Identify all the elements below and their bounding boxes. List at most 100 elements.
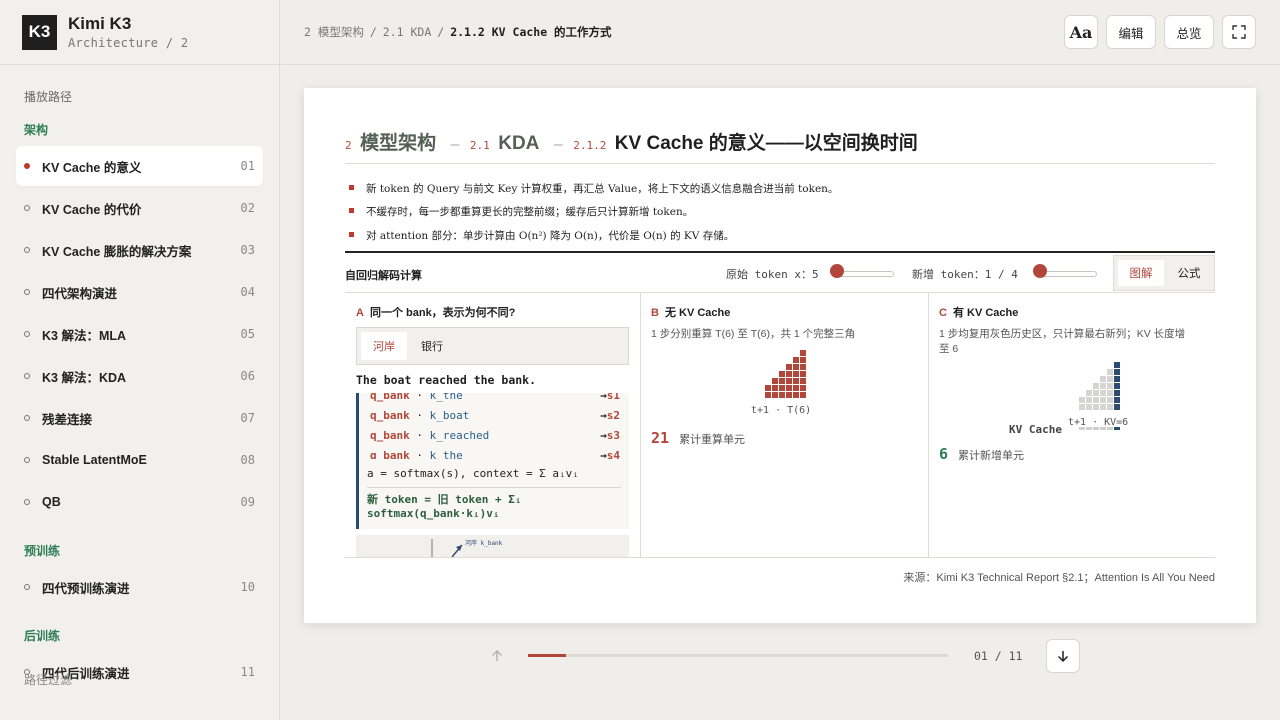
arrow-right-icon: →: [600, 449, 607, 459]
formula-tab[interactable]: 公式: [1166, 260, 1212, 286]
meaning-tabs: 河岸 银行: [356, 327, 629, 365]
panel-c: C有 KV Cache 1 步均复用灰色历史区，只计算最右新列；KV 长度增至 …: [929, 293, 1215, 558]
active-dot-icon: [24, 163, 30, 169]
new-token-formula-line: 新 token = 旧 token + Σᵢ: [367, 493, 522, 506]
stat-number: 21: [651, 429, 670, 447]
panel-a-heading: A 同一个 bank，表示为何不同?: [356, 304, 515, 320]
sidebar-item-number: 08: [240, 453, 255, 467]
recompute-cell: [800, 350, 806, 356]
recompute-cell: [786, 385, 792, 391]
panel-b: B无 KV Cache 1 步分别重算 T(6) 至 T(6)，共 1 个完整三…: [641, 293, 928, 558]
sidebar-item-residual[interactable]: 残差连接 07: [16, 398, 263, 438]
source-citation: 来源：Kimi K3 Technical Report §2.1；Attenti…: [903, 572, 1215, 584]
new-column-cell: [1114, 369, 1120, 375]
recompute-cell: [793, 371, 799, 377]
recompute-cell: [800, 378, 806, 384]
demo-title: 自回归解码计算: [345, 270, 422, 282]
sidebar-item-stable-latentmoe[interactable]: Stable LatentMoE 08: [16, 440, 263, 480]
title-dash: –: [553, 136, 563, 153]
sidebar: K3 Kimi K3 Architecture / 2 播放路径 架构 KV C…: [0, 0, 280, 720]
title-divider: [345, 163, 1215, 164]
breadcrumb-item[interactable]: 2 模型架构: [304, 25, 364, 39]
sidebar-item-mla[interactable]: K3 解法：MLA 05: [16, 314, 263, 354]
circle-icon: [24, 373, 30, 379]
score-row: q_bank · k_reached →s3: [370, 429, 620, 442]
bullet-text: 对 attention 部分：单步计算由 O(n²) 降为 O(n)，代价是 O…: [366, 230, 735, 242]
sidebar-item-label: K3 解法：KDA: [42, 370, 127, 385]
sidebar-item-number: 06: [240, 369, 255, 383]
bullet-text: 不缓存时，每一步都重算更长的完整前缀；缓存后只计算新增 token。: [366, 206, 694, 218]
recompute-cell: [793, 385, 799, 391]
cached-cell: [1100, 376, 1106, 382]
tab-riverbank[interactable]: 河岸: [361, 332, 407, 360]
sidebar-item-kv-cache-cost[interactable]: KV Cache 的代价 02: [16, 188, 263, 228]
recompute-cell: [772, 385, 778, 391]
original-token-slider-thumb[interactable]: [830, 264, 844, 278]
recompute-cell: [772, 392, 778, 398]
query-term: q_bank: [370, 409, 410, 422]
bullet-item: 对 attention 部分：单步计算由 O(n²) 降为 O(n)，代价是 O…: [349, 228, 734, 243]
sidebar-item-number: 11: [240, 665, 255, 679]
recompute-cell: [800, 364, 806, 370]
path-filter-button[interactable]: 路径过滤: [24, 671, 72, 688]
arrow-down-icon: [1057, 651, 1069, 663]
cached-cell: [1100, 404, 1106, 410]
new-token-formula-line: softmax(q_bank·kᵢ)vᵢ: [367, 507, 500, 520]
new-token-slider-thumb[interactable]: [1033, 264, 1047, 278]
breadcrumb-separator: /: [437, 25, 445, 39]
sidebar-item-number: 05: [240, 327, 255, 341]
overview-button[interactable]: 总览: [1164, 15, 1214, 49]
recompute-cell: [800, 392, 806, 398]
sidebar-item-number: 03: [240, 243, 255, 257]
cached-cell: [1107, 404, 1113, 410]
dot-op: ·: [416, 449, 423, 459]
breadcrumb-item[interactable]: 2.1 KDA: [383, 25, 431, 39]
section-label-architecture: 架构: [24, 123, 49, 137]
dot-op: ·: [416, 409, 423, 422]
sidebar-item-qb[interactable]: QB 09: [16, 482, 263, 522]
demo-controls-bar: 自回归解码计算 原始 token x：5 新增 token：1 / 4 图解 公…: [345, 253, 1215, 293]
recompute-cell: [786, 364, 792, 370]
sidebar-item-label: KV Cache 的意义: [42, 160, 142, 175]
dot-op: ·: [416, 393, 423, 402]
diagram-tab[interactable]: 图解: [1118, 260, 1164, 286]
sidebar-item-label: KV Cache 膨胀的解决方案: [42, 244, 192, 259]
tab-bank[interactable]: 银行: [409, 332, 455, 360]
sidebar-item-number: 07: [240, 411, 255, 425]
prev-slide-button[interactable]: [480, 639, 514, 673]
sidebar-item-kv-cache-solutions[interactable]: KV Cache 膨胀的解决方案 03: [16, 230, 263, 270]
sidebar-item-arch-evolution[interactable]: 四代架构演进 04: [16, 272, 263, 312]
recompute-count: 21 累计重算单元: [651, 429, 745, 447]
recompute-cell: [765, 385, 771, 391]
playback-path-nav: 播放路径 架构 KV Cache 的意义 01 KV Cache 的代价 02 …: [0, 65, 279, 720]
circle-icon: [24, 289, 30, 295]
fullscreen-button[interactable]: [1222, 15, 1256, 49]
recompute-cell: [793, 392, 799, 398]
new-token-formula: 新 token = 旧 token + Σᵢ softmax(q_bank·kᵢ)…: [367, 493, 521, 521]
thumbnail-label: 河岸 k_bank: [465, 540, 503, 547]
page-indicator: 01 / 11: [974, 649, 1023, 663]
sidebar-item-kda[interactable]: K3 解法：KDA 06: [16, 356, 263, 396]
font-size-button[interactable]: Aa: [1064, 15, 1098, 49]
original-token-label: 原始 token x：5: [726, 268, 819, 281]
sidebar-item-pretraining-evolution[interactable]: 四代预训练演进 10: [16, 567, 263, 607]
next-slide-button[interactable]: [1046, 639, 1080, 673]
sidebar-item-label: 残差连接: [42, 412, 93, 427]
stat-label: 累计新增单元: [958, 450, 1025, 462]
slide-progress-bar: [528, 654, 948, 657]
nav-heading: 播放路径: [24, 90, 73, 104]
cached-cell: [1086, 404, 1092, 410]
key-term: k_the: [429, 449, 463, 459]
recompute-cell: [786, 378, 792, 384]
recompute-cell: [793, 378, 799, 384]
cached-cell: [1086, 397, 1092, 403]
edit-button[interactable]: 编辑: [1106, 15, 1156, 49]
cached-cell: [1107, 383, 1113, 389]
dot-op: ·: [416, 429, 423, 442]
slide-card: 2 模型架构 – 2.1 KDA – 2.1.2 KV Cache 的意义——以…: [304, 88, 1256, 623]
sidebar-item-label: 四代架构演进: [42, 286, 118, 301]
sidebar-item-kv-cache-meaning[interactable]: KV Cache 的意义 01: [16, 146, 263, 186]
figure-c-label: t+1 · KV=6: [1068, 417, 1129, 428]
score-row: q_bank · k_boat →s2: [370, 409, 620, 422]
new-column-cell: [1114, 404, 1120, 410]
